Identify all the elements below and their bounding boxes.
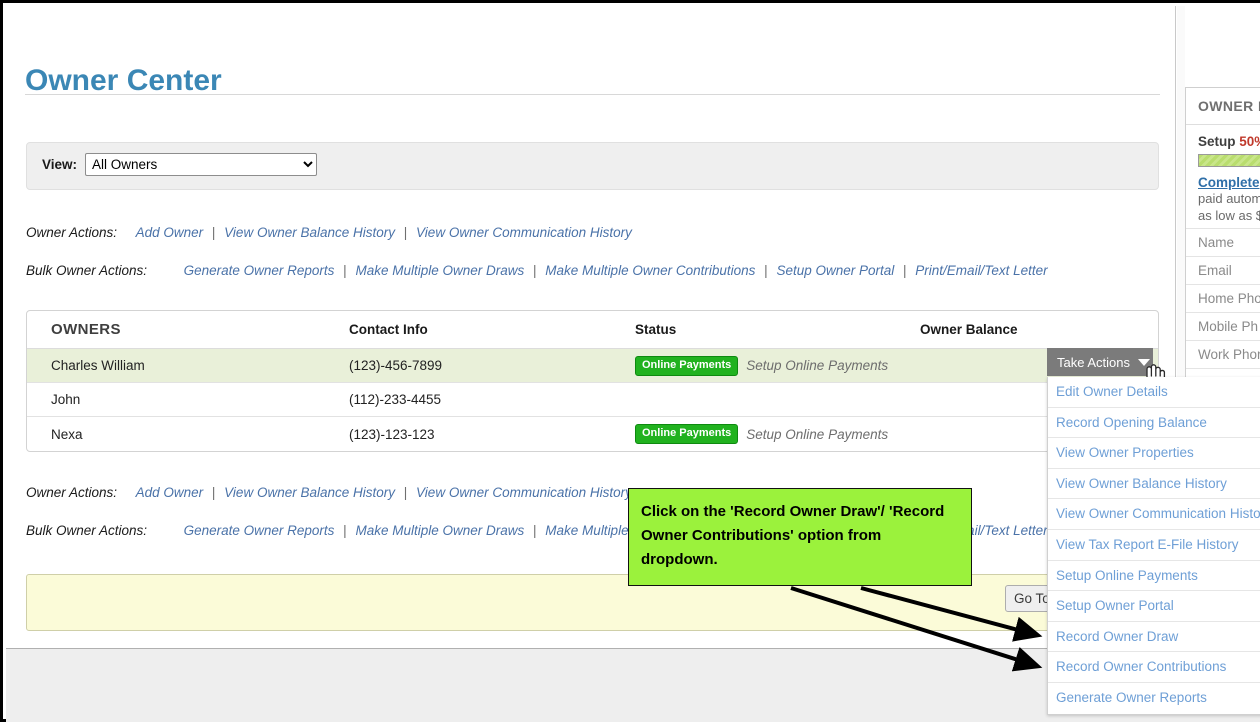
column-header-owners: OWNERS (27, 321, 349, 338)
bottom-yellow-panel (26, 574, 1159, 631)
cell-owner-name: Nexa (27, 427, 349, 442)
table-header-row: OWNERS Contact Info Status Owner Balance (27, 311, 1158, 349)
view-filter-bar: View: All Owners (26, 142, 1159, 190)
online-payments-badge[interactable]: Online Payments (635, 424, 738, 444)
page-title: Owner Center (25, 64, 222, 98)
sidebar-field-home-phone: Home Pho (1186, 284, 1260, 312)
link-generate-owner-reports[interactable]: Generate Owner Reports (184, 263, 335, 278)
link-view-owner-balance-history[interactable]: View Owner Balance History (224, 485, 395, 500)
take-actions-label: Take Actions (1057, 355, 1130, 370)
link-view-owner-communication-history[interactable]: View Owner Communication History (416, 225, 632, 240)
separator: | (764, 263, 768, 278)
owner-details-sidebar: OWNER D Setup 50% Complete paid autom as… (1185, 87, 1260, 397)
menu-item-record-owner-draw[interactable]: Record Owner Draw (1048, 622, 1260, 653)
title-divider (25, 94, 1160, 95)
separator: | (212, 225, 216, 240)
sidebar-note-line-1: paid autom (1186, 190, 1260, 207)
sidebar-complete-link[interactable]: Complete (1186, 167, 1260, 190)
sidebar-field-name: Name (1186, 228, 1260, 256)
take-actions-dropdown-menu[interactable]: Edit Owner Details Record Opening Balanc… (1047, 377, 1260, 715)
setup-label: Setup (1198, 134, 1236, 149)
menu-item-setup-online-payments[interactable]: Setup Online Payments (1048, 561, 1260, 592)
table-row[interactable]: Nexa (123)-123-123 Online Payments Setup… (27, 417, 1158, 451)
bulk-owner-actions-label: Bulk Owner Actions: (26, 263, 147, 278)
link-setup-owner-portal[interactable]: Setup Owner Portal (776, 263, 894, 278)
separator: | (212, 485, 216, 500)
cell-status: Online Payments Setup Online Payments (635, 356, 920, 376)
separator: | (404, 225, 408, 240)
menu-item-record-owner-contributions[interactable]: Record Owner Contributions (1048, 652, 1260, 683)
menu-item-setup-owner-portal[interactable]: Setup Owner Portal (1048, 591, 1260, 622)
setup-percent: 50% (1239, 134, 1260, 149)
instruction-callout: Click on the 'Record Owner Draw'/ 'Recor… (628, 488, 972, 586)
link-make-multiple-owner-draws[interactable]: Make Multiple Owner Draws (355, 523, 524, 538)
menu-item-view-owner-properties[interactable]: View Owner Properties (1048, 438, 1260, 469)
cell-owner-name: John (27, 392, 349, 407)
online-payments-badge[interactable]: Online Payments (635, 356, 738, 376)
application-window: Owner Center View: All Owners Owner Acti… (0, 0, 1260, 722)
column-header-owner-balance: Owner Balance (920, 322, 1138, 337)
setup-online-payments-link[interactable]: Setup Online Payments (746, 358, 888, 373)
bulk-owner-actions-row-top: Bulk Owner Actions: Generate Owner Repor… (26, 263, 1049, 278)
separator: | (404, 485, 408, 500)
cell-contact-info: (112)-233-4455 (349, 392, 635, 407)
sidebar-field-mobile-phone: Mobile Ph (1186, 312, 1260, 340)
page-content-area: Owner Center View: All Owners Owner Acti… (6, 6, 1176, 648)
link-print-email-text-letter[interactable]: Print/Email/Text Letter (915, 263, 1047, 278)
menu-item-view-tax-report-efile-history[interactable]: View Tax Report E-File History (1048, 530, 1260, 561)
take-actions-button[interactable]: Take Actions (1047, 348, 1153, 376)
cell-status: Online Payments Setup Online Payments (635, 424, 920, 444)
table-row[interactable]: Charles William (123)-456-7899 Online Pa… (27, 349, 1158, 383)
menu-item-view-owner-balance-history[interactable]: View Owner Balance History (1048, 469, 1260, 500)
link-add-owner[interactable]: Add Owner (136, 225, 204, 240)
cell-contact-info: (123)-123-123 (349, 427, 635, 442)
setup-progress-bar (1198, 154, 1260, 167)
link-view-owner-balance-history[interactable]: View Owner Balance History (224, 225, 395, 240)
sidebar-note-line-2: as low as $ (1186, 207, 1260, 224)
link-generate-owner-reports[interactable]: Generate Owner Reports (184, 523, 335, 538)
menu-item-generate-owner-reports[interactable]: Generate Owner Reports (1048, 683, 1260, 714)
cell-owner-name: Charles William (27, 358, 349, 373)
separator: | (343, 523, 347, 538)
link-make-multiple-owner-contributions[interactable]: Make Multiple Owner Contributions (545, 263, 755, 278)
column-header-status: Status (635, 322, 920, 337)
bulk-owner-actions-label: Bulk Owner Actions: (26, 523, 147, 538)
column-header-contact-info: Contact Info (349, 322, 635, 337)
link-view-owner-communication-history[interactable]: View Owner Communication History (416, 485, 632, 500)
menu-item-view-owner-communication-history[interactable]: View Owner Communication History (1048, 499, 1260, 530)
setup-online-payments-link[interactable]: Setup Online Payments (746, 427, 888, 442)
sidebar-header-title: OWNER D (1186, 88, 1260, 125)
chevron-down-icon (1138, 359, 1150, 366)
owner-actions-label: Owner Actions: (26, 225, 117, 240)
view-select[interactable]: All Owners (85, 153, 317, 176)
link-make-multiple-owner-draws[interactable]: Make Multiple Owner Draws (355, 263, 524, 278)
sidebar-setup-progress-label: Setup 50% (1186, 125, 1260, 149)
menu-item-record-opening-balance[interactable]: Record Opening Balance (1048, 408, 1260, 439)
menu-item-edit-owner-details[interactable]: Edit Owner Details (1048, 377, 1260, 408)
separator: | (343, 263, 347, 278)
separator: | (903, 263, 907, 278)
owners-table: OWNERS Contact Info Status Owner Balance… (26, 310, 1159, 452)
separator: | (533, 523, 537, 538)
owner-actions-row-bottom: Owner Actions: Add Owner | View Owner Ba… (26, 485, 633, 500)
owner-actions-label: Owner Actions: (26, 485, 117, 500)
sidebar-field-email: Email (1186, 256, 1260, 284)
owner-actions-row-top: Owner Actions: Add Owner | View Owner Ba… (26, 225, 633, 240)
sidebar-field-work-phone: Work Phor (1186, 340, 1260, 368)
cell-contact-info: (123)-456-7899 (349, 358, 635, 373)
table-row[interactable]: John (112)-233-4455 $0.00 (27, 383, 1158, 417)
link-add-owner[interactable]: Add Owner (136, 485, 204, 500)
separator: | (533, 263, 537, 278)
view-label: View: (42, 157, 77, 172)
